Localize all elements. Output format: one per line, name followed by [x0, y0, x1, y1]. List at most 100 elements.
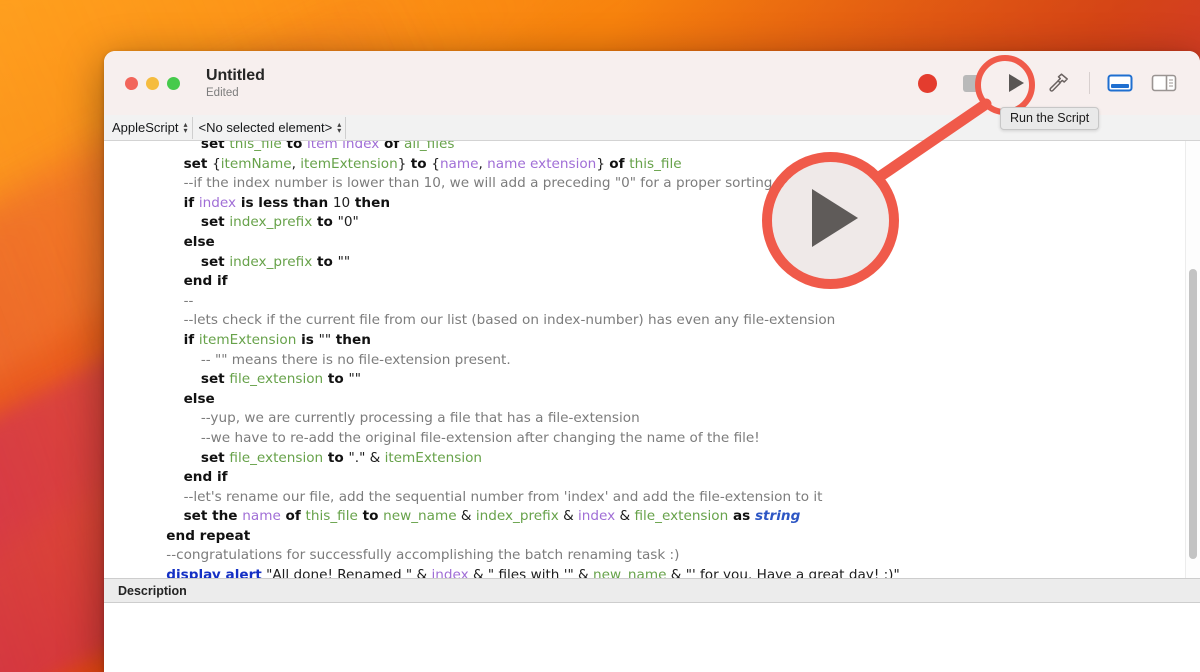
code-token: set	[201, 141, 230, 152]
code-token: "0"	[338, 214, 359, 230]
code-line: else	[149, 390, 1200, 410]
code-token: 10	[333, 195, 350, 211]
code-token: this_file	[306, 508, 358, 524]
code-token: -- "" means there is no file-extension p…	[149, 352, 511, 368]
code-token: to	[411, 156, 432, 172]
code-token	[149, 391, 184, 407]
code-token: set	[201, 450, 230, 466]
code-line: -- "" means there is no file-extension p…	[149, 351, 1200, 371]
code-token: ""	[319, 332, 332, 348]
vertical-scrollbar[interactable]	[1185, 141, 1200, 578]
code-line: set this_file to item index of all_files	[149, 141, 1200, 155]
code-token: set	[184, 156, 213, 172]
code-token: }	[398, 156, 411, 172]
code-line: set file_extension to ""	[149, 370, 1200, 390]
code-token: itemExtension	[199, 332, 296, 348]
code-token: is	[296, 332, 318, 348]
language-popup-label: AppleScript	[112, 120, 178, 135]
stop-button[interactable]	[949, 61, 993, 105]
code-line: end if	[149, 468, 1200, 488]
code-token: itemExtension	[385, 450, 482, 466]
code-token: item index	[307, 141, 379, 152]
title-block: Untitled Edited	[206, 67, 265, 100]
code-token: index_prefix	[229, 214, 312, 230]
code-token	[149, 450, 201, 466]
code-token	[149, 469, 184, 485]
stop-icon	[963, 75, 980, 92]
code-token: "' for you. Have a great day! :)"	[686, 567, 900, 578]
close-button[interactable]	[125, 77, 138, 90]
document-subtitle: Edited	[206, 87, 265, 100]
code-token: display alert	[166, 567, 261, 578]
code-token: set	[201, 214, 230, 230]
code-token: file_extension	[634, 508, 728, 524]
accessory-view-toggle[interactable]	[1142, 61, 1186, 105]
code-editor[interactable]: set this_file to item index of all_files…	[104, 141, 1200, 578]
code-line: if index is less than 10 then	[149, 194, 1200, 214]
code-token: &	[457, 508, 476, 524]
code-token: {	[212, 156, 221, 172]
code-token: if	[184, 332, 199, 348]
toolbar-divider	[1089, 72, 1090, 94]
code-token	[149, 371, 201, 387]
element-popup[interactable]: <No selected element> ▴▾	[193, 117, 347, 139]
code-token: --we have to re-add the original file-ex…	[149, 430, 760, 446]
code-token: name	[242, 508, 281, 524]
code-token	[149, 156, 184, 172]
code-token: --lets check if the current file from ou…	[149, 312, 835, 328]
code-line: --if the index number is lower than 10, …	[149, 174, 1200, 194]
code-line: set {itemName, itemExtension} to {name, …	[149, 155, 1200, 175]
compile-button[interactable]	[1037, 61, 1081, 105]
code-line: --congratulations for successfully accom…	[149, 546, 1200, 566]
code-token: to	[312, 254, 337, 270]
code-token: ""	[338, 254, 351, 270]
code-token: of	[281, 508, 306, 524]
code-line: set file_extension to "." & itemExtensio…	[149, 449, 1200, 469]
code-token: ,	[479, 156, 488, 172]
code-token	[149, 214, 201, 230]
code-line: --	[149, 292, 1200, 312]
side-panel-icon	[1150, 72, 1178, 94]
code-token	[149, 234, 184, 250]
code-token	[149, 528, 166, 544]
code-token: {	[431, 156, 440, 172]
code-token: &	[615, 508, 634, 524]
code-token: ""	[349, 371, 362, 387]
code-token	[149, 508, 184, 524]
code-token: &	[412, 567, 431, 578]
hammer-icon	[1046, 70, 1072, 96]
minimize-button[interactable]	[146, 77, 159, 90]
code-token: new_name	[593, 567, 666, 578]
code-token: then	[350, 195, 390, 211]
record-icon	[918, 74, 937, 93]
code-token: if	[184, 195, 199, 211]
scrollbar-thumb[interactable]	[1189, 269, 1197, 559]
code-token: itemName	[221, 156, 292, 172]
language-popup[interactable]: AppleScript ▴▾	[106, 117, 193, 139]
code-line: set index_prefix to "0"	[149, 213, 1200, 233]
code-token: end if	[184, 469, 228, 485]
code-line: --yup, we are currently processing a fil…	[149, 409, 1200, 429]
code-token: as	[728, 508, 755, 524]
log-view-toggle[interactable]	[1098, 61, 1142, 105]
bottom-panel-icon	[1106, 72, 1134, 94]
code-token: &	[666, 567, 685, 578]
zoom-button[interactable]	[167, 77, 180, 90]
window-titlebar: Untitled Edited	[104, 51, 1200, 115]
description-header: Description	[104, 578, 1200, 603]
code-token: set the	[184, 508, 243, 524]
code-token: to	[323, 450, 348, 466]
code-token: of	[379, 141, 404, 152]
code-line: set the name of this_file to new_name & …	[149, 507, 1200, 527]
chevron-updown-icon: ▴▾	[337, 122, 341, 134]
code-token: to	[323, 371, 348, 387]
code-line: set index_prefix to ""	[149, 253, 1200, 273]
run-button[interactable]	[993, 61, 1037, 105]
window-controls	[125, 77, 180, 90]
code-token: index_prefix	[476, 508, 559, 524]
code-line: --let's rename our file, add the sequent…	[149, 488, 1200, 508]
play-icon	[1009, 74, 1024, 92]
description-body[interactable]	[104, 603, 1200, 672]
record-button[interactable]	[905, 61, 949, 105]
code-token: to	[358, 508, 383, 524]
